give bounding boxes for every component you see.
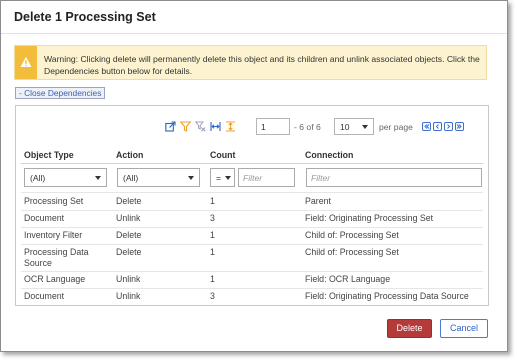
table-row[interactable]: Inventory Filter Delete 1 Child of: Proc… — [16, 228, 488, 244]
cell-count: 3 — [210, 213, 215, 223]
cell-object-type: Document — [24, 213, 65, 223]
cell-action: Unlink — [116, 213, 141, 223]
object-type-filter-select[interactable]: (All) — [24, 168, 107, 187]
title-divider — [1, 33, 507, 34]
cell-action: Unlink — [116, 274, 141, 284]
warning-text: Warning: Clicking delete will permanentl… — [44, 54, 480, 76]
column-header-connection[interactable]: Connection — [305, 150, 353, 160]
count-operator-select[interactable]: = — [210, 168, 235, 187]
cell-object-type: Inventory Filter — [24, 230, 83, 240]
dependencies-grid: 1 - 6 of 6 10 per page Object Type Actio… — [15, 105, 489, 306]
close-dependencies-button[interactable]: - Close Dependencies — [15, 87, 106, 99]
table-row[interactable]: Document Unlink 3 Field: Originating Pro… — [16, 211, 488, 227]
delete-dialog: Delete 1 Processing Set Warning: Clickin… — [0, 0, 508, 352]
count-operator-value: = — [216, 173, 222, 183]
cell-object-type: Processing Data Source — [24, 247, 89, 268]
cell-action: Unlink — [116, 291, 141, 301]
filter-row-divider — [21, 192, 483, 193]
connection-filter-input[interactable]: Filter — [306, 168, 482, 187]
table-row[interactable]: Processing Set Delete 1 Parent — [16, 194, 488, 210]
table-row[interactable]: OCR Language Unlink 1 Field: OCR Languag… — [16, 272, 488, 288]
cell-object-type: Processing Set — [24, 196, 84, 206]
cell-connection: Parent — [305, 196, 331, 206]
cell-object-type: Document — [24, 291, 65, 301]
cell-object-type: OCR Language — [24, 274, 86, 284]
previous-page-icon — [435, 124, 439, 129]
cell-count: 1 — [210, 230, 215, 240]
action-filter-select[interactable]: (All) — [117, 168, 200, 187]
cancel-button[interactable]: Cancel — [440, 319, 488, 338]
cell-action: Delete — [116, 230, 142, 240]
next-page-icon — [447, 124, 451, 129]
table-row[interactable]: Processing Data Source Delete 1 Child of… — [16, 245, 488, 271]
cell-count: 1 — [210, 247, 215, 257]
cell-connection: Child of: Processing Set — [305, 247, 399, 257]
table-row[interactable]: Document Unlink 3 Field: Originating Pro… — [16, 289, 488, 305]
warning-icon-box — [15, 46, 37, 79]
header-divider — [21, 163, 483, 164]
per-page-value: 10 — [340, 122, 350, 132]
column-header-action[interactable]: Action — [116, 150, 143, 160]
object-type-filter-value: (All) — [30, 173, 46, 183]
fit-columns-icon[interactable] — [210, 121, 221, 132]
page-count-label: - 6 of 6 — [294, 122, 321, 132]
warning-banner: Warning: Clicking delete will permanentl… — [14, 45, 487, 80]
cell-connection: Field: Originating Processing Data Sourc… — [305, 291, 469, 301]
chevron-down-icon — [225, 176, 231, 180]
previous-page-button[interactable] — [433, 122, 442, 131]
cell-count: 3 — [210, 291, 215, 301]
chevron-down-icon — [188, 176, 194, 180]
cell-action: Delete — [116, 196, 142, 206]
page-number-input[interactable]: 1 — [256, 118, 290, 135]
chevron-down-icon — [362, 125, 368, 129]
next-page-button[interactable] — [444, 122, 453, 131]
warning-triangle-icon — [20, 56, 32, 67]
column-header-count[interactable]: Count — [210, 150, 235, 160]
first-page-icon — [424, 124, 430, 129]
export-icon[interactable] — [165, 121, 176, 132]
cell-count: 1 — [210, 196, 215, 206]
fit-rows-icon[interactable] — [225, 121, 236, 132]
action-filter-value: (All) — [123, 173, 139, 183]
dialog-title: Delete 1 Processing Set — [14, 10, 156, 24]
cell-connection: Child of: Processing Set — [305, 230, 399, 240]
last-page-icon — [456, 124, 462, 129]
cell-action: Delete — [116, 247, 142, 257]
clear-filters-icon[interactable] — [195, 121, 206, 132]
chevron-down-icon — [95, 176, 101, 180]
cell-connection: Field: Originating Processing Set — [305, 213, 434, 223]
cell-connection: Field: OCR Language — [305, 274, 391, 284]
per-page-label: per page — [379, 122, 413, 132]
last-page-button[interactable] — [455, 122, 464, 131]
per-page-select[interactable]: 10 — [334, 118, 374, 135]
column-header-object-type[interactable]: Object Type — [24, 150, 74, 160]
delete-button[interactable]: Delete — [387, 319, 432, 338]
filter-icon[interactable] — [180, 121, 191, 132]
count-filter-input[interactable]: Filter — [238, 168, 295, 187]
cell-count: 1 — [210, 274, 215, 284]
first-page-button[interactable] — [422, 122, 431, 131]
